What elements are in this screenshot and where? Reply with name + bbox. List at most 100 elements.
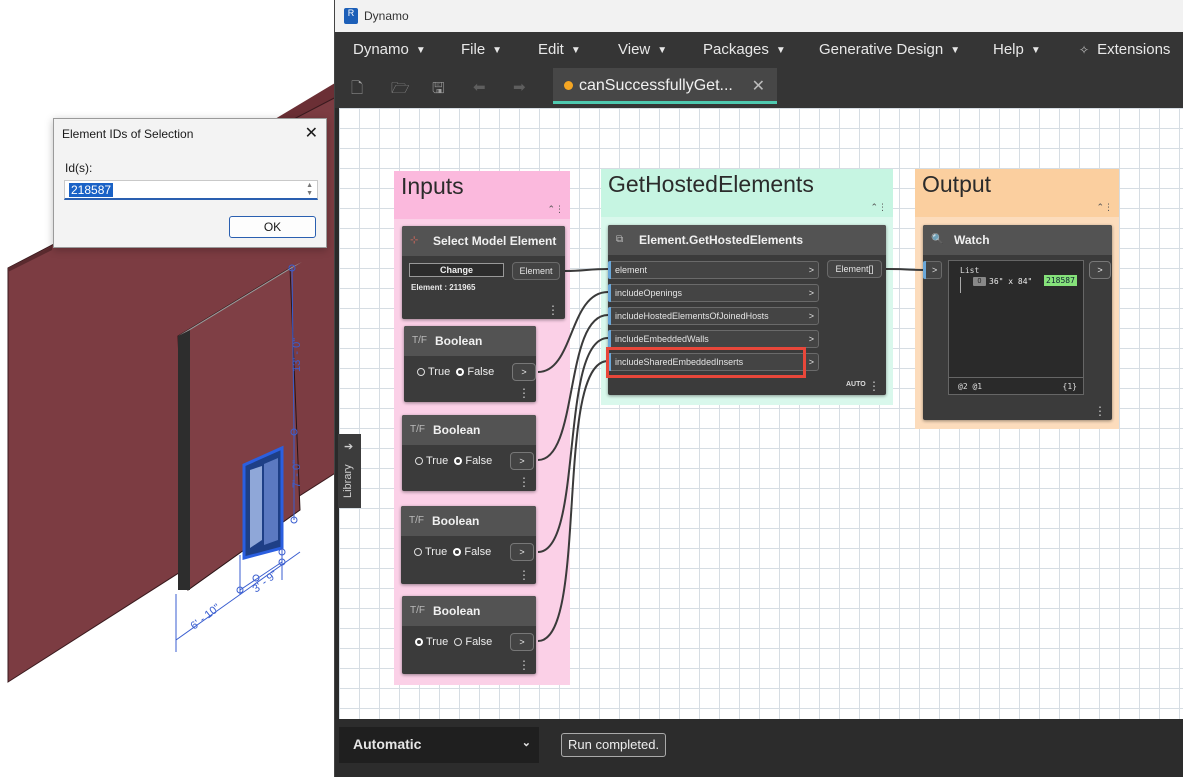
radio-false[interactable] bbox=[454, 638, 463, 646]
redo-icon[interactable]: ➡ bbox=[513, 78, 526, 96]
boolean-icon: T/F bbox=[410, 605, 425, 616]
element-info: Element : 211965 bbox=[411, 283, 476, 292]
node-title: Watch bbox=[954, 233, 990, 247]
boolean-toggle[interactable]: True False bbox=[415, 455, 492, 467]
radio-true[interactable] bbox=[414, 548, 422, 556]
collapse-icon[interactable]: ⌃⋮ bbox=[547, 205, 564, 215]
dialog-title: Element IDs of Selection bbox=[62, 127, 194, 141]
tree-line bbox=[960, 277, 961, 293]
menu-packages[interactable]: Packages ▼ bbox=[703, 41, 786, 58]
menu-extensions[interactable]: ✧ Extensions bbox=[1079, 41, 1170, 58]
output-port[interactable]: > bbox=[510, 633, 534, 651]
node-menu-icon[interactable]: ⋮ bbox=[547, 303, 559, 317]
node-boolean-3[interactable]: T/F Boolean True False > ⋮ bbox=[401, 506, 536, 584]
menu-bar: Dynamo ▼ File ▼ Edit ▼ View ▼ Packages ▼ Gene… bbox=[335, 32, 1183, 66]
radio-true[interactable] bbox=[417, 368, 425, 376]
caret-down-icon: ▼ bbox=[950, 45, 961, 56]
title-bar: R Dynamo bbox=[335, 0, 1183, 32]
arrow-right-icon: ➔ bbox=[344, 441, 354, 453]
run-mode-select[interactable]: Automatic ⌄ bbox=[339, 727, 539, 763]
output-port[interactable]: > bbox=[510, 452, 534, 470]
element-id-badge[interactable]: 218587 bbox=[1044, 275, 1077, 286]
output-port-elements[interactable]: Element[] bbox=[827, 260, 882, 278]
caret-down-icon: ▼ bbox=[775, 45, 786, 56]
window-title: Dynamo bbox=[364, 9, 409, 23]
node-header bbox=[923, 225, 1112, 255]
collapse-icon[interactable]: ⌃⋮ bbox=[870, 203, 887, 213]
menu-help[interactable]: Help ▼ bbox=[993, 41, 1041, 58]
list-levels: @2 @1 bbox=[958, 382, 983, 391]
highlight-include-shared-embedded-inserts bbox=[606, 347, 806, 378]
output-port-element[interactable]: Element bbox=[512, 262, 560, 280]
boolean-toggle[interactable]: True False bbox=[415, 636, 492, 648]
collapse-icon[interactable]: ⌃⋮ bbox=[1096, 203, 1113, 213]
caret-down-icon: ▼ bbox=[657, 45, 668, 56]
node-menu-icon[interactable]: ⋮ bbox=[518, 568, 530, 582]
undo-icon[interactable]: ⬅ bbox=[473, 78, 486, 96]
menu-view[interactable]: View ▼ bbox=[618, 41, 667, 58]
node-menu-icon[interactable]: ⋮ bbox=[518, 386, 530, 400]
node-watch[interactable]: 🔍 Watch > > List 0 36" x 84" 218587 @2 @… bbox=[923, 225, 1112, 420]
output-port[interactable]: > bbox=[510, 543, 534, 561]
menu-file[interactable]: File ▼ bbox=[461, 41, 502, 58]
output-port[interactable]: > bbox=[512, 363, 536, 381]
lacing-label[interactable]: AUTO bbox=[846, 381, 866, 388]
group-title: Output bbox=[922, 171, 992, 197]
group-title: GetHostedElements bbox=[608, 171, 814, 197]
boolean-toggle[interactable]: True False bbox=[417, 366, 494, 378]
node-menu-icon[interactable]: ⋮ bbox=[518, 475, 530, 489]
caret-down-icon: ▼ bbox=[570, 45, 581, 56]
save-icon[interactable]: 🖫 bbox=[432, 78, 445, 103]
extensions-icon: ✧ bbox=[1079, 43, 1090, 57]
node-menu-icon[interactable]: ⋮ bbox=[868, 379, 880, 393]
input-port-include-embedded-walls[interactable]: includeEmbeddedWalls > bbox=[608, 330, 819, 348]
radio-false[interactable] bbox=[456, 368, 465, 376]
close-icon[interactable]: ✕ bbox=[305, 123, 318, 143]
revit-app-icon: R bbox=[344, 8, 358, 24]
workspace-tab[interactable]: canSuccessfullyGet... ✕ bbox=[553, 68, 777, 104]
change-button[interactable]: Change bbox=[409, 263, 504, 277]
node-boolean-2[interactable]: T/F Boolean True False > ⋮ bbox=[402, 415, 536, 491]
node-boolean-4[interactable]: T/F Boolean True False > ⋮ bbox=[402, 596, 536, 674]
open-folder-icon[interactable]: 🗁 bbox=[391, 78, 410, 103]
node-title: Boolean bbox=[433, 423, 481, 437]
node-boolean-1[interactable]: T/F Boolean True False > ⋮ bbox=[404, 326, 536, 402]
library-label: Library bbox=[342, 464, 354, 498]
menu-dynamo[interactable]: Dynamo ▼ bbox=[353, 41, 426, 58]
list-label: List bbox=[960, 266, 980, 275]
radio-true[interactable] bbox=[415, 638, 423, 646]
radio-false[interactable] bbox=[454, 457, 463, 465]
new-file-icon[interactable]: 🗋 bbox=[351, 78, 363, 103]
spinner-icon[interactable]: ▲ ▼ bbox=[306, 182, 313, 198]
boolean-toggle[interactable]: True False bbox=[414, 546, 491, 558]
node-select-model-element[interactable]: ⊹ Select Model Element Change Element El… bbox=[402, 226, 565, 319]
tab-name: canSuccessfullyGet... bbox=[579, 77, 733, 94]
node-get-hosted-elements[interactable]: ⧉ Element.GetHostedElements element > inc… bbox=[606, 225, 886, 395]
node-menu-icon[interactable]: ⋮ bbox=[518, 658, 530, 672]
close-tab-icon[interactable]: ✕ bbox=[752, 76, 765, 96]
caret-down-icon: ▼ bbox=[492, 45, 503, 56]
input-port-element[interactable]: element > bbox=[608, 261, 819, 279]
element-function-icon: ⧉ bbox=[616, 234, 624, 245]
ids-input[interactable]: 218587 ▲ ▼ bbox=[64, 180, 318, 200]
node-menu-icon[interactable]: ⋮ bbox=[1094, 404, 1106, 418]
input-port-include-openings[interactable]: includeOpenings > bbox=[608, 284, 819, 302]
graph-canvas[interactable]: Inputs ⌃⋮ GetHostedElements ⌃⋮ Output ⌃⋮ bbox=[339, 108, 1183, 719]
dim-height-lower: 7' - 0" bbox=[291, 460, 303, 488]
menu-generative-design[interactable]: Generative Design ▼ bbox=[819, 41, 960, 58]
node-title: Boolean bbox=[432, 514, 480, 528]
input-port-include-hosted-elements-of-joined-hosts[interactable]: includeHostedElementsOfJoinedHosts > bbox=[608, 307, 819, 325]
node-title: Boolean bbox=[433, 604, 481, 618]
group-title: Inputs bbox=[401, 173, 464, 199]
revit-3d-view[interactable]: 13' - 0" 7' - 0" 3' - 9" 6' - 10" bbox=[0, 0, 340, 777]
watch-preview[interactable]: List 0 36" x 84" 218587 @2 @1 {1} bbox=[948, 260, 1084, 395]
menu-edit[interactable]: Edit ▼ bbox=[538, 41, 581, 58]
ok-button[interactable]: OK bbox=[229, 216, 316, 238]
library-tab[interactable]: ➔ Library bbox=[338, 434, 361, 508]
radio-false[interactable] bbox=[453, 548, 462, 556]
input-port-watch[interactable]: > bbox=[923, 261, 942, 279]
unsaved-indicator bbox=[564, 81, 573, 90]
output-port-watch[interactable]: > bbox=[1089, 261, 1111, 279]
node-title: Element.GetHostedElements bbox=[639, 233, 804, 247]
radio-true[interactable] bbox=[415, 457, 423, 465]
